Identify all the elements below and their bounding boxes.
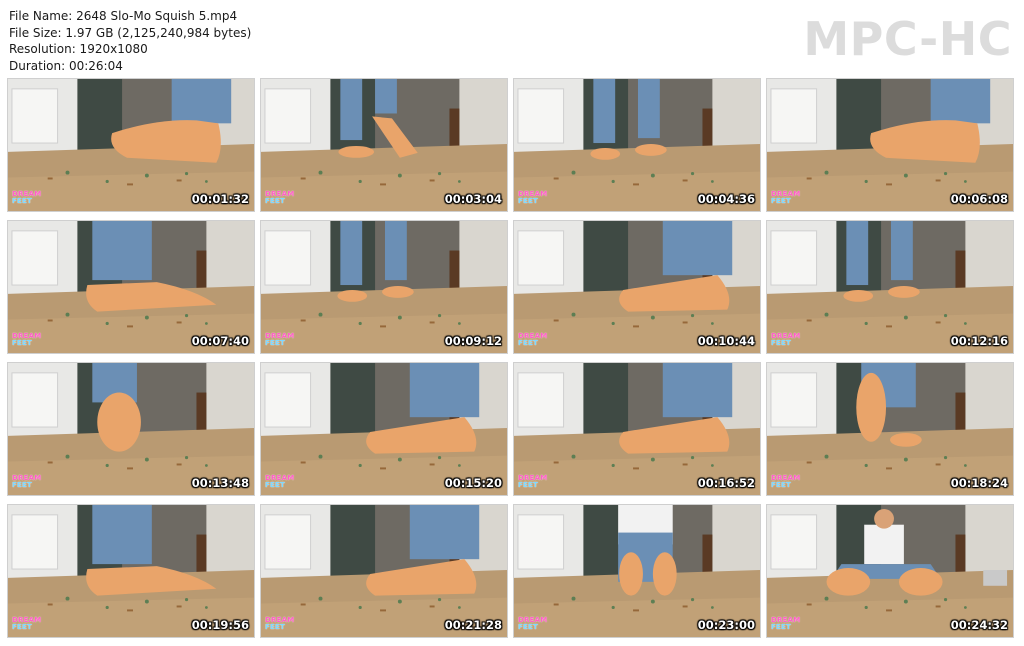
timestamp: 00:04:36 bbox=[697, 192, 755, 206]
watermark-logo: DREAM FEET bbox=[518, 474, 548, 489]
thumbnail: DREAM FEET 00:07:40 bbox=[7, 220, 255, 354]
watermark-logo: DREAM FEET bbox=[12, 190, 42, 205]
thumbnail: DREAM FEET 00:15:20 bbox=[260, 362, 508, 496]
thumbnail: DREAM FEET 00:23:00 bbox=[513, 504, 761, 638]
watermark-logo: DREAM FEET bbox=[265, 190, 295, 205]
thumbnail: DREAM FEET 00:13:48 bbox=[7, 362, 255, 496]
watermark-logo: DREAM FEET bbox=[265, 616, 295, 631]
timestamp: 00:19:56 bbox=[191, 618, 249, 632]
mpc-hc-logo: MPC-HC bbox=[803, 12, 1012, 66]
thumbnail: DREAM FEET 00:24:32 bbox=[766, 504, 1014, 638]
timestamp: 00:13:48 bbox=[191, 476, 249, 490]
watermark-logo: DREAM FEET bbox=[771, 190, 801, 205]
resolution: Resolution: 1920x1080 bbox=[9, 42, 148, 56]
thumbnail: DREAM FEET 00:09:12 bbox=[260, 220, 508, 354]
timestamp: 00:03:04 bbox=[444, 192, 502, 206]
thumbnail: DREAM FEET 00:18:24 bbox=[766, 362, 1014, 496]
watermark-logo: DREAM FEET bbox=[518, 190, 548, 205]
timestamp: 00:12:16 bbox=[950, 334, 1008, 348]
watermark-logo: DREAM FEET bbox=[265, 332, 295, 347]
timestamp: 00:15:20 bbox=[444, 476, 502, 490]
timestamp: 00:18:24 bbox=[950, 476, 1008, 490]
thumbnail: DREAM FEET 00:03:04 bbox=[260, 78, 508, 212]
thumbnail: DREAM FEET 00:12:16 bbox=[766, 220, 1014, 354]
watermark-logo: DREAM FEET bbox=[771, 474, 801, 489]
timestamp: 00:01:32 bbox=[191, 192, 249, 206]
thumbnail-grid: DREAMFEET 00:01:32 DREAMFEET 00:03:04 bbox=[7, 78, 1019, 641]
watermark-logo: DREAM FEET bbox=[518, 332, 548, 347]
timestamp: 00:21:28 bbox=[444, 618, 502, 632]
thumbnail: DREAM FEET 00:06:08 bbox=[766, 78, 1014, 212]
watermark-logo: DREAM FEET bbox=[12, 332, 42, 347]
watermark-logo: DREAM FEET bbox=[265, 474, 295, 489]
watermark-logo: DREAM FEET bbox=[518, 616, 548, 631]
thumbnail: DREAM FEET 00:01:32 bbox=[7, 78, 255, 212]
thumbnail: DREAM FEET 00:19:56 bbox=[7, 504, 255, 638]
watermark-logo: DREAM FEET bbox=[771, 616, 801, 631]
timestamp: 00:16:52 bbox=[697, 476, 755, 490]
timestamp: 00:06:08 bbox=[950, 192, 1008, 206]
thumbnail: DREAM FEET 00:10:44 bbox=[513, 220, 761, 354]
timestamp: 00:23:00 bbox=[697, 618, 755, 632]
thumbnail: DREAM FEET 00:04:36 bbox=[513, 78, 761, 212]
thumbnail: DREAM FEET 00:21:28 bbox=[260, 504, 508, 638]
file-size: File Size: 1.97 GB (2,125,240,984 bytes) bbox=[9, 25, 252, 40]
file-name: File Name: 2648 Slo-Mo Squish 5.mp4 bbox=[9, 9, 238, 23]
thumbnail: DREAM FEET 00:16:52 bbox=[513, 362, 761, 496]
timestamp: 00:07:40 bbox=[191, 334, 249, 348]
timestamp: 00:09:12 bbox=[444, 334, 502, 348]
file-info: File Name: 2648 Slo-Mo Squish 5.mp4 File… bbox=[9, 8, 251, 74]
timestamp: 00:10:44 bbox=[697, 334, 755, 348]
watermark-logo: DREAM FEET bbox=[12, 474, 42, 489]
timestamp: 00:24:32 bbox=[950, 618, 1008, 632]
duration: Duration: 00:26:04 bbox=[9, 58, 123, 73]
watermark-logo: DREAM FEET bbox=[12, 616, 42, 631]
watermark-logo: DREAM FEET bbox=[771, 332, 801, 347]
